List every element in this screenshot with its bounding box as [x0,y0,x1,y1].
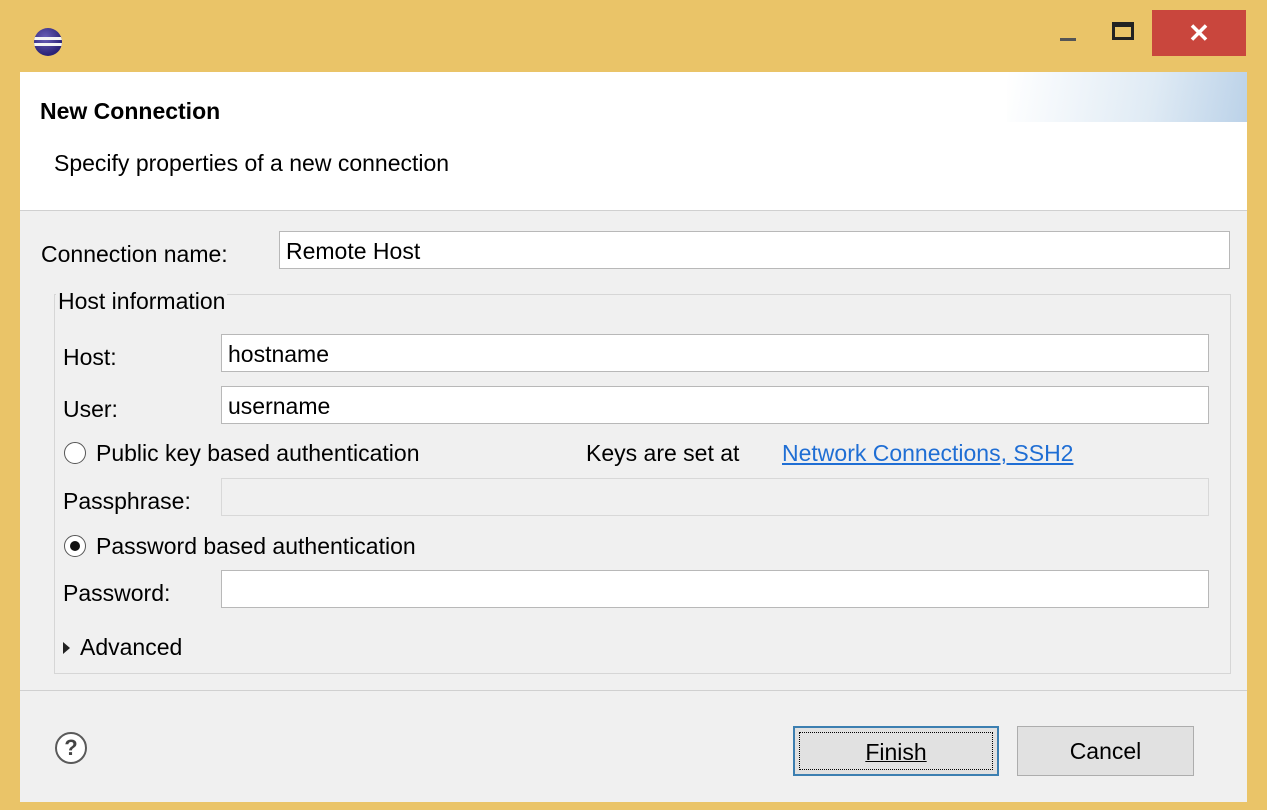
passphrase-input[interactable] [221,478,1209,516]
user-input[interactable]: username [221,386,1209,424]
eclipse-icon [34,28,62,56]
host-label: Host: [63,344,117,370]
header-banner-graphic [1007,72,1247,122]
title-bar[interactable]: ✕ [0,0,1267,72]
host-information-label: Host information [56,288,228,315]
connection-name-label: Connection name: [41,241,228,267]
dialog-description: Specify properties of a new connection [54,150,450,176]
user-label: User: [63,396,118,422]
minimize-button[interactable] [1040,10,1096,56]
maximize-icon [1112,22,1134,40]
advanced-section-toggle[interactable]: Advanced [80,634,182,661]
public-key-radio[interactable] [64,442,86,464]
password-label: Password: [63,580,171,606]
expand-triangle-icon[interactable] [63,642,70,654]
passphrase-label: Passphrase: [63,488,191,514]
cancel-button[interactable]: Cancel [1017,726,1194,776]
focus-indicator [799,732,993,770]
wizard-header: New Connection Specify properties of a n… [20,72,1247,211]
close-icon: ✕ [1188,18,1210,48]
password-auth-label[interactable]: Password based authentication [96,533,416,560]
dialog-title: New Connection [40,98,221,124]
network-connections-link[interactable]: Network Connections, SSH2 [782,440,1073,467]
close-button[interactable]: ✕ [1152,10,1246,56]
password-input[interactable] [221,570,1209,608]
dialog-window: ✕ New Connection Specify properties of a… [0,0,1267,810]
keys-note-label: Keys are set at [586,440,740,466]
radio-selected-dot [70,541,80,551]
minimize-icon [1060,38,1076,41]
help-icon[interactable]: ? [55,732,87,764]
dialog-client-area: New Connection Specify properties of a n… [20,72,1247,802]
connection-name-input[interactable]: Remote Host [279,231,1230,269]
public-key-auth-label[interactable]: Public key based authentication [96,440,420,467]
password-auth-radio[interactable] [64,535,86,557]
host-input[interactable]: hostname [221,334,1209,372]
footer-separator [20,690,1247,691]
maximize-button[interactable] [1096,10,1152,56]
finish-button[interactable]: Finish [793,726,999,776]
